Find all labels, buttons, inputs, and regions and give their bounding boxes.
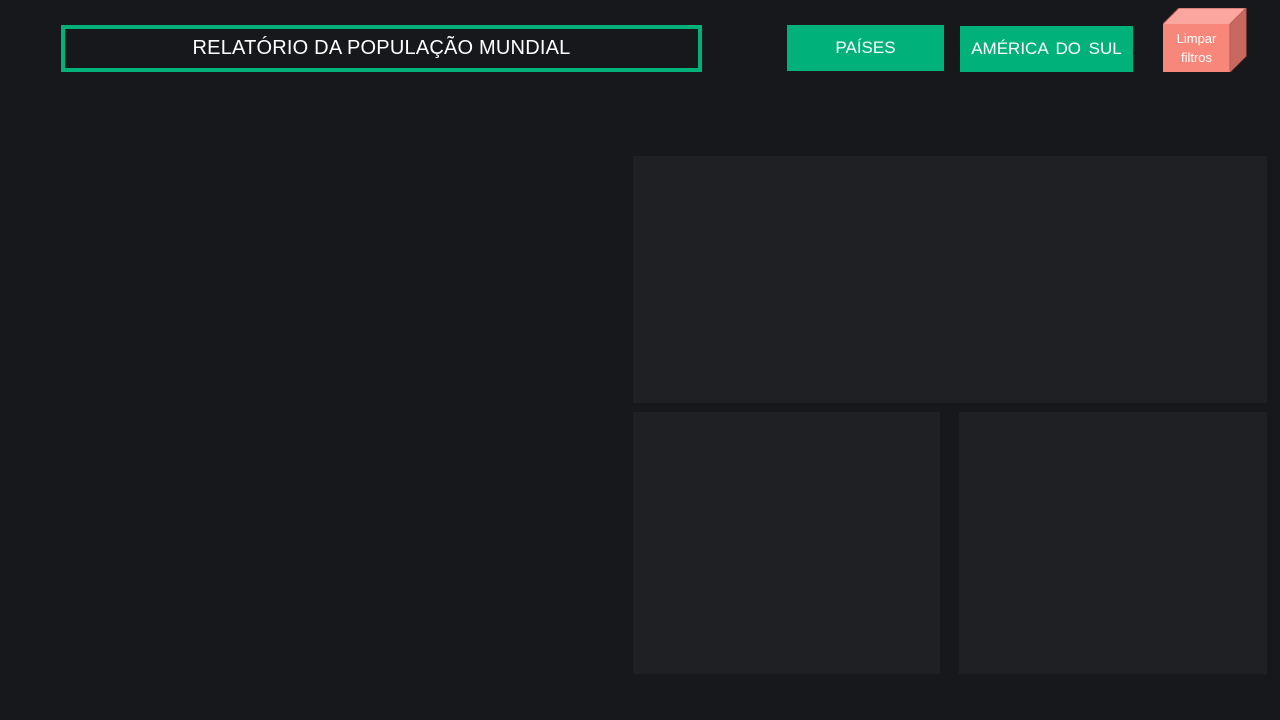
top-visual-panel [633, 156, 1267, 403]
bottom-right-visual-panel [959, 412, 1267, 674]
clear-filters-button[interactable]: Limpar filtros [1163, 8, 1247, 72]
countries-filter-label: PAÍSES [835, 38, 896, 57]
bottom-left-visual-panel [633, 412, 940, 674]
south-america-filter-label: AMÉRICA DO SUL [971, 39, 1122, 58]
countries-filter-button[interactable]: PAÍSES [787, 25, 944, 71]
report-title: RELATÓRIO DA POPULAÇÃO MUNDIAL [61, 25, 702, 72]
clear-filters-label: Limpar filtros [1176, 31, 1217, 65]
south-america-filter-button[interactable]: AMÉRICA DO SUL [960, 26, 1133, 72]
